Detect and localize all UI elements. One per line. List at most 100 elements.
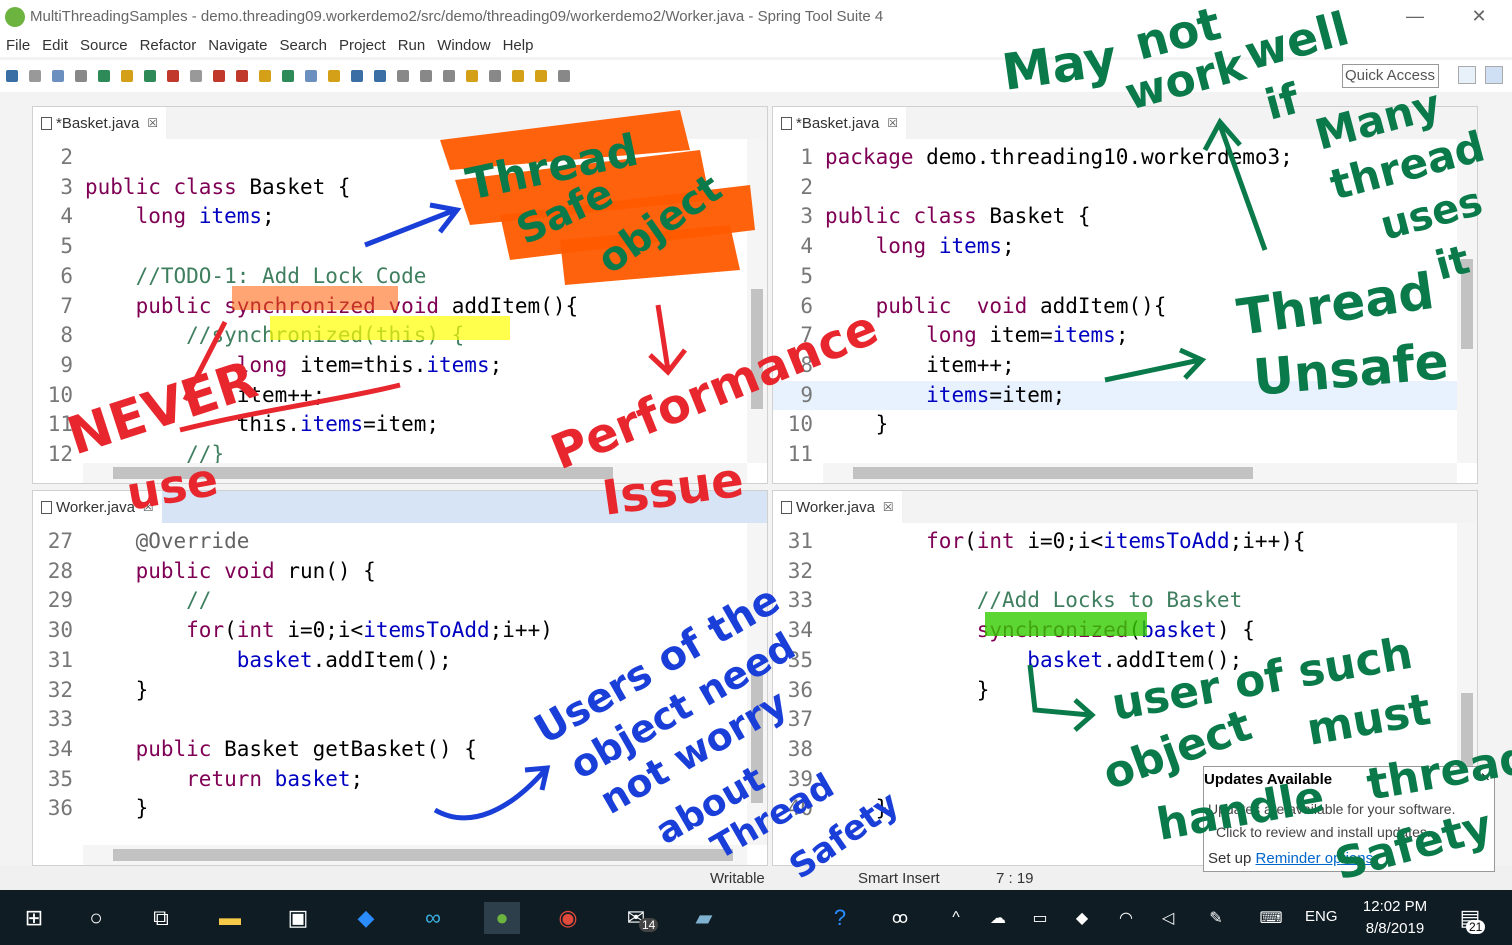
tab-worker-java[interactable]: Worker.java ☒ [33,491,162,523]
open-perspective-icon[interactable] [1458,66,1476,84]
code-line[interactable]: 9 long item=this.items; [33,351,747,381]
menu-run[interactable]: Run [398,37,426,54]
code-line[interactable]: 2 [33,143,747,173]
toolbar-button-icon[interactable] [374,70,386,82]
spring-tool-suite-taskbar-icon[interactable]: ● [484,902,520,934]
code-line[interactable]: 8 item++; [773,351,1457,381]
clock[interactable]: 12:02 PM 8/8/2019 [1350,896,1440,940]
file-explorer-icon[interactable]: ▬ [214,902,246,934]
code-area[interactable]: 1 package demo.threading10.workerdemo3; 2 3… [773,139,1477,483]
toolbar-button-icon[interactable] [144,70,156,82]
code-line[interactable]: 29 // [33,586,747,616]
notification-close-icon[interactable]: × [1481,769,1490,787]
toolbar-button-icon[interactable] [351,70,363,82]
cortana-search-icon[interactable]: ○ [80,902,112,934]
code-line[interactable]: 31 for(int i=0;i<itemsToAdd;i++){ [773,527,1457,557]
horizontal-scrollbar[interactable] [83,463,747,483]
code-line[interactable]: 33 //Add Locks to Basket [773,586,1457,616]
chrome-icon[interactable]: ◉ [552,902,584,934]
code-line[interactable]: 38 [773,735,1457,765]
toolbar-button-icon[interactable] [328,70,340,82]
keyboard-icon[interactable]: ⌨ [1255,902,1287,934]
code-line[interactable]: 34 synchronized(basket) { [773,616,1457,646]
toolbar-button-icon[interactable] [558,70,570,82]
code-line[interactable]: 36 } [33,794,747,824]
toolbar-button-icon[interactable] [29,70,41,82]
menu-help[interactable]: Help [503,37,534,54]
code-line[interactable]: 6 public void addItem(){ [773,292,1457,322]
java-perspective-icon[interactable] [1485,66,1503,84]
input-language[interactable]: ENG [1305,908,1338,925]
toolbar-button-icon[interactable] [75,70,87,82]
menu-source[interactable]: Source [80,37,128,54]
code-area[interactable]: 27 @Override 28 public void run() {29 //3… [33,523,767,865]
code-line[interactable]: 3 public class Basket { [773,202,1457,232]
code-line[interactable]: 34 public Basket getBasket() { [33,735,747,765]
dropbox-icon[interactable]: ◆ [350,902,382,934]
code-line[interactable]: 8 //synchronized(this) { [33,321,747,351]
vertical-scrollbar[interactable] [747,139,767,463]
menu-window[interactable]: Window [437,37,490,54]
updates-notification[interactable]: Updates Available × Updates are availabl… [1203,766,1495,872]
vertical-scrollbar[interactable] [747,523,767,845]
quick-access-field[interactable]: Quick Access [1342,64,1439,88]
code-line[interactable]: 4 long items; [33,202,747,232]
code-line[interactable]: 10 } [773,410,1457,440]
tab-worker-java[interactable]: Worker.java ☒ [773,491,902,523]
close-tab-icon[interactable]: ☒ [887,116,898,130]
menu-file[interactable]: File [6,37,30,54]
code-line[interactable]: 30 for(int i=0;i<itemsToAdd;i++) [33,616,747,646]
menu-navigate[interactable]: Navigate [208,37,267,54]
reminder-options-link[interactable]: Reminder options [1256,850,1374,867]
close-window-button[interactable]: ✕ [1456,0,1502,33]
toolbar-button-icon[interactable] [259,70,271,82]
toolbar-button-icon[interactable] [190,70,202,82]
code-line[interactable]: 31 basket.addItem(); [33,646,747,676]
code-line[interactable]: 1 package demo.threading10.workerdemo3; [773,143,1457,173]
toolbar-button-icon[interactable] [167,70,179,82]
notes-icon[interactable]: ▰ [688,902,720,934]
code-line[interactable]: 28 public void run() { [33,557,747,587]
code-area[interactable]: 2 3 public class Basket {4 long items; 5 6 /… [33,139,767,483]
code-line[interactable]: 33 [33,705,747,735]
code-line[interactable]: 32 } [33,676,747,706]
toolbar-button-icon[interactable] [512,70,524,82]
toolbar-button-icon[interactable] [52,70,64,82]
code-line[interactable]: 37 [773,705,1457,735]
onedrive-icon[interactable]: ☁ [982,902,1014,934]
arduino-icon[interactable]: ∞ [417,902,449,934]
code-line[interactable]: 35 return basket; [33,765,747,795]
toolbar-button-icon[interactable] [6,70,18,82]
toolbar-button-icon[interactable] [535,70,547,82]
help-icon[interactable]: ? [824,902,856,934]
code-line[interactable]: 27 @Override [33,527,747,557]
toolbar-button-icon[interactable] [98,70,110,82]
code-line[interactable]: 11 this.items=item; [33,410,747,440]
vertical-scrollbar[interactable] [1457,139,1477,463]
code-line[interactable]: 7 public synchronized void addItem(){ [33,292,747,322]
volume-muted-icon[interactable]: ◁ [1152,902,1184,934]
code-line[interactable]: 36 } [773,676,1457,706]
code-line[interactable]: 2 [773,173,1457,203]
horizontal-scrollbar[interactable] [83,845,747,865]
dropbox-tray-icon[interactable]: ◆ [1066,902,1098,934]
battery-icon[interactable]: ▭ [1024,902,1056,934]
code-line[interactable]: 9 items=item; [773,380,1457,411]
people-icon[interactable]: ꝏ [884,902,916,934]
horizontal-scrollbar[interactable] [823,463,1457,483]
toolbar-button-icon[interactable] [466,70,478,82]
code-line[interactable]: 32 [773,557,1457,587]
start-windows-icon[interactable]: ⊞ [18,902,50,934]
toolbar-button-icon[interactable] [489,70,501,82]
tab-basket-java[interactable]: *Basket.java ☒ [773,107,907,139]
code-line[interactable]: 3 public class Basket { [33,173,747,203]
toolbar-button-icon[interactable] [213,70,225,82]
toolbar-button-icon[interactable] [282,70,294,82]
wifi-icon[interactable]: ◠ [1110,902,1142,934]
menu-project[interactable]: Project [339,37,386,54]
task-view-icon[interactable]: ⧉ [145,902,177,934]
menu-edit[interactable]: Edit [42,37,68,54]
code-line[interactable]: 4 long items; [773,232,1457,262]
pen-icon[interactable]: ✎ [1200,902,1232,934]
code-line[interactable]: 7 long item=items; [773,321,1457,351]
